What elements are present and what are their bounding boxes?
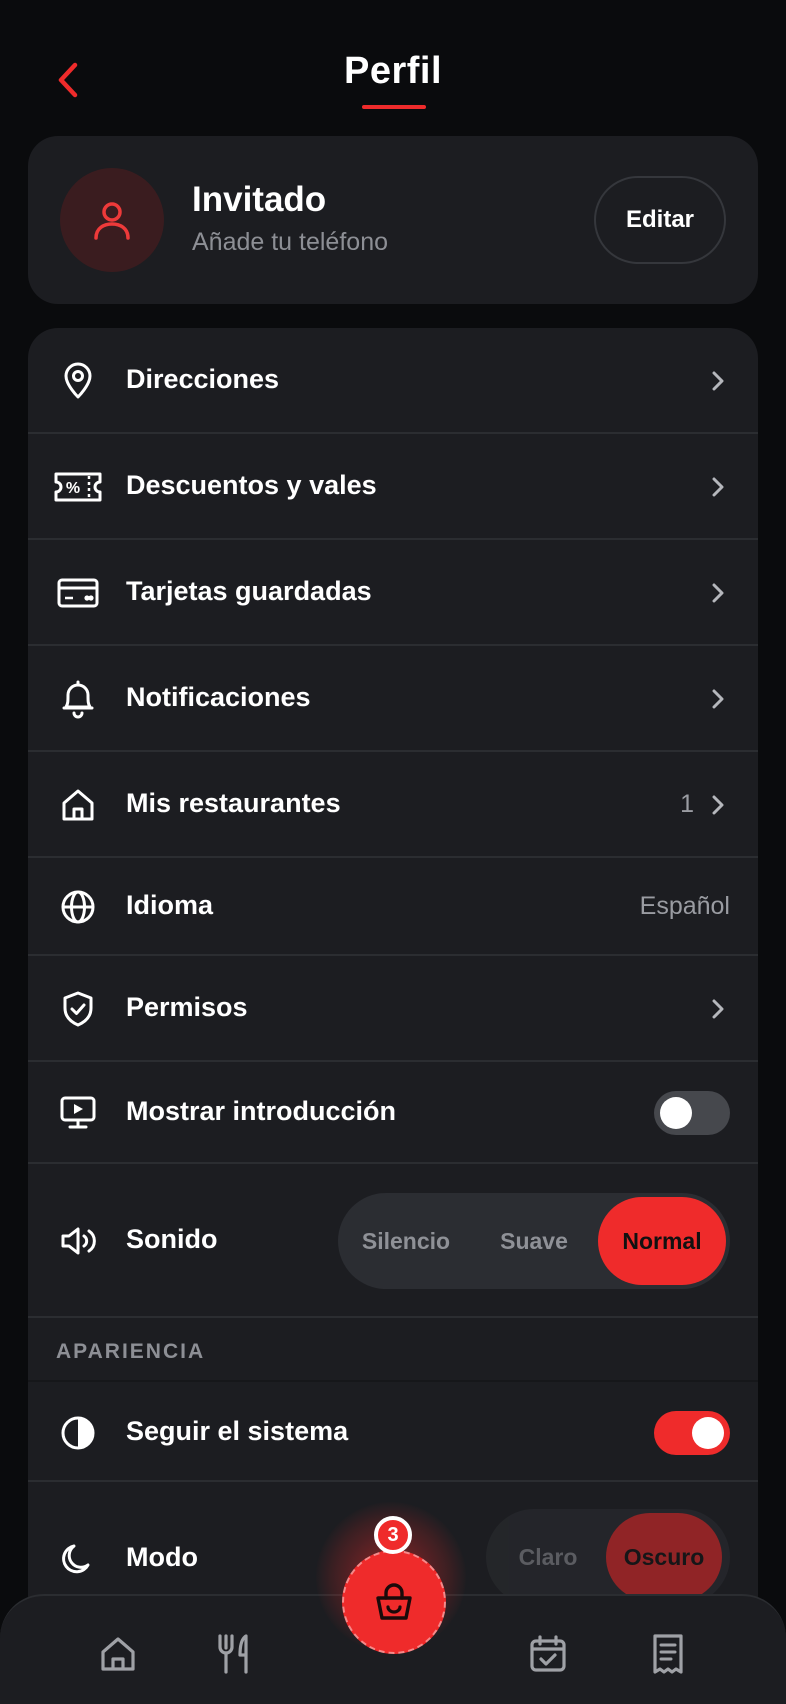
sound-option-normal[interactable]: Normal — [598, 1197, 726, 1285]
restaurants-count: 1 — [680, 790, 694, 818]
sound-selector: Silencio Suave Normal — [338, 1193, 730, 1289]
settings-item-notifications[interactable]: Notificaciones — [28, 646, 758, 752]
add-phone-link[interactable]: Añade tu teléfono — [192, 228, 388, 257]
section-label-appearance: APARIENCIA — [56, 1340, 206, 1363]
language-value: Español — [639, 892, 730, 920]
settings-item-permissions[interactable]: Permisos — [28, 956, 758, 1062]
settings-list: Direcciones % Descuentos y vales Tarjeta… — [28, 328, 758, 1704]
sound-option-suave[interactable]: Suave — [470, 1197, 598, 1285]
chevron-right-icon — [708, 685, 728, 713]
settings-item-restaurants[interactable]: Mis restaurantes 1 — [28, 752, 758, 858]
user-icon — [94, 202, 130, 240]
chevron-right-icon — [708, 367, 728, 395]
nav-orders[interactable] — [640, 1626, 696, 1682]
mode-option-claro[interactable]: Claro — [490, 1513, 606, 1601]
location-pin-icon — [50, 353, 106, 409]
settings-item-label: Sonido — [126, 1224, 218, 1254]
settings-item-label: Modo — [126, 1542, 198, 1572]
settings-item-label: Notificaciones — [126, 682, 311, 712]
calendar-check-icon — [530, 1635, 566, 1672]
mode-selector: Claro Oscuro — [486, 1509, 730, 1605]
nav-reservations[interactable] — [520, 1626, 576, 1682]
home-icon — [101, 1637, 135, 1671]
shield-check-icon — [50, 981, 106, 1037]
title-underline — [362, 105, 426, 109]
settings-item-follow-system: Seguir el sistema — [28, 1380, 758, 1482]
sound-option-silencio[interactable]: Silencio — [342, 1197, 470, 1285]
home-icon — [50, 777, 106, 833]
speaker-icon — [50, 1213, 106, 1269]
toggle-knob — [692, 1417, 724, 1449]
follow-system-toggle[interactable] — [654, 1411, 730, 1455]
bell-icon — [50, 671, 106, 727]
contrast-icon — [50, 1405, 106, 1461]
settings-item-label: Idioma — [126, 890, 214, 920]
cart-count-badge: 3 — [374, 1516, 412, 1554]
profile-name: Invitado — [192, 180, 327, 219]
basket-icon — [376, 1583, 412, 1620]
chevron-right-icon — [708, 579, 728, 607]
settings-item-label: Seguir el sistema — [126, 1416, 349, 1446]
credit-card-icon — [50, 565, 106, 621]
settings-item-label: Mis restaurantes — [126, 788, 341, 818]
settings-item-addresses[interactable]: Direcciones — [28, 328, 758, 434]
settings-item-label: Mostrar introducción — [126, 1096, 397, 1126]
settings-item-label: Descuentos y vales — [126, 470, 377, 500]
settings-item-discounts[interactable]: % Descuentos y vales — [28, 434, 758, 540]
settings-item-language[interactable]: Idioma Español — [28, 858, 758, 956]
settings-item-label: Direcciones — [126, 364, 280, 394]
settings-item-label: Tarjetas guardadas — [126, 576, 372, 606]
header: Perfil — [0, 0, 786, 130]
edit-button[interactable]: Editar — [594, 176, 726, 264]
moon-icon — [50, 1531, 106, 1587]
intro-toggle[interactable] — [654, 1091, 730, 1135]
settings-item-cards[interactable]: Tarjetas guardadas — [28, 540, 758, 646]
chevron-right-icon — [708, 473, 728, 501]
svg-text:%: % — [66, 480, 80, 497]
nav-home[interactable] — [90, 1626, 146, 1682]
settings-item-sound: Sonido Silencio Suave Normal — [28, 1164, 758, 1318]
chevron-right-icon — [708, 995, 728, 1023]
voucher-icon: % — [50, 459, 106, 515]
page-title: Perfil — [343, 50, 443, 92]
nav-menu[interactable] — [208, 1626, 264, 1682]
cart-button[interactable] — [342, 1550, 446, 1654]
avatar[interactable] — [60, 168, 164, 272]
globe-icon — [50, 879, 106, 935]
toggle-knob — [660, 1097, 692, 1129]
chevron-right-icon — [708, 791, 728, 819]
settings-item-label: Permisos — [126, 992, 248, 1022]
mode-option-oscuro[interactable]: Oscuro — [606, 1513, 722, 1601]
utensils-icon — [218, 1634, 248, 1674]
receipt-icon — [653, 1634, 683, 1674]
monitor-play-icon — [50, 1085, 106, 1141]
profile-card: Invitado Añade tu teléfono Editar — [28, 136, 758, 304]
settings-item-intro: Mostrar introducción — [28, 1062, 758, 1164]
